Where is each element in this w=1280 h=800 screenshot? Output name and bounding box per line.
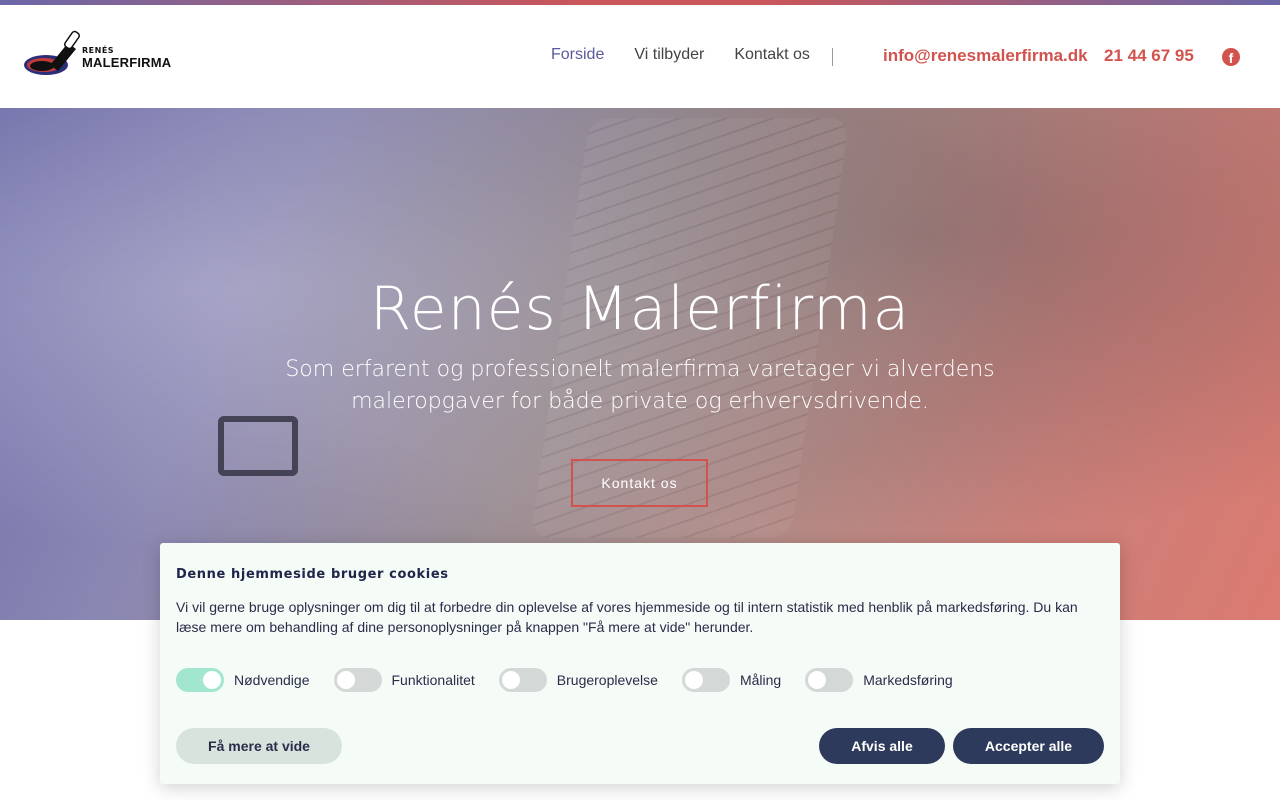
toggle-measurement[interactable]: Måling — [681, 668, 782, 692]
cookie-title: Denne hjemmeside bruger cookies — [176, 567, 449, 582]
reject-all-button[interactable]: Afvis alle — [819, 728, 945, 764]
toggle-marketing[interactable]: Markedsføring — [805, 668, 953, 692]
toggle-knob — [808, 671, 827, 689]
nav-divider — [832, 48, 833, 66]
toggle-functionality[interactable]: Funktionalitet — [333, 668, 475, 692]
hero-contact-button[interactable]: Kontakt os — [571, 459, 708, 507]
phone-link[interactable]: 21 44 67 95 — [1104, 46, 1194, 66]
overall-buckle — [218, 416, 298, 476]
toggle-switch[interactable] — [681, 668, 730, 692]
toggle-switch[interactable] — [333, 668, 382, 692]
nav-item-forside[interactable]: Forside — [551, 46, 604, 64]
hero-subtitle: Som erfarent og professionelt malerfirma… — [285, 357, 995, 414]
toggle-user-experience[interactable]: Brugeroplevelse — [498, 668, 658, 692]
toggle-label: Nødvendige — [234, 672, 310, 688]
accept-all-button[interactable]: Accepter alle — [953, 728, 1104, 764]
toggle-switch[interactable] — [805, 668, 854, 692]
toggle-switch[interactable] — [176, 668, 224, 692]
toggle-knob — [684, 671, 703, 689]
facebook-icon[interactable]: f — [1222, 48, 1240, 66]
toggle-label: Funktionalitet — [391, 672, 475, 688]
toggle-label: Brugeroplevelse — [556, 672, 658, 688]
logo-text-big: MALERFIRMA — [82, 55, 172, 70]
nav-item-kontakt-os[interactable]: Kontakt os — [734, 46, 810, 64]
site-header: RENÉS MALERFIRMA Forside Vi tilbyder Kon… — [0, 5, 1280, 108]
cookie-banner: Denne hjemmeside bruger cookies Vi vil g… — [160, 543, 1120, 784]
email-link[interactable]: info@renesmalerfirma.dk — [883, 46, 1088, 66]
site-logo[interactable]: RENÉS MALERFIRMA — [24, 29, 174, 85]
cookie-text: Vi vil gerne bruge oplysninger om dig ti… — [176, 599, 1078, 635]
paintbrush-logo-icon — [24, 30, 81, 75]
cookie-toggles: Nødvendige Funktionalitet Brugeroplevels… — [176, 668, 977, 692]
toggle-necessary[interactable]: Nødvendige — [176, 668, 310, 692]
toggle-knob — [501, 671, 520, 689]
toggle-knob — [336, 671, 355, 689]
toggle-switch[interactable] — [498, 668, 547, 692]
main-nav: Forside Vi tilbyder Kontakt os — [551, 46, 810, 64]
nav-item-vi-tilbyder[interactable]: Vi tilbyder — [634, 46, 704, 64]
learn-more-button[interactable]: Få mere at vide — [176, 728, 342, 764]
toggle-label: Måling — [739, 672, 782, 688]
hero-title: Renés Malerfirma — [369, 274, 911, 344]
toggle-label: Markedsføring — [863, 672, 953, 688]
toggle-knob — [203, 671, 221, 689]
logo-text-small: RENÉS — [82, 46, 115, 55]
